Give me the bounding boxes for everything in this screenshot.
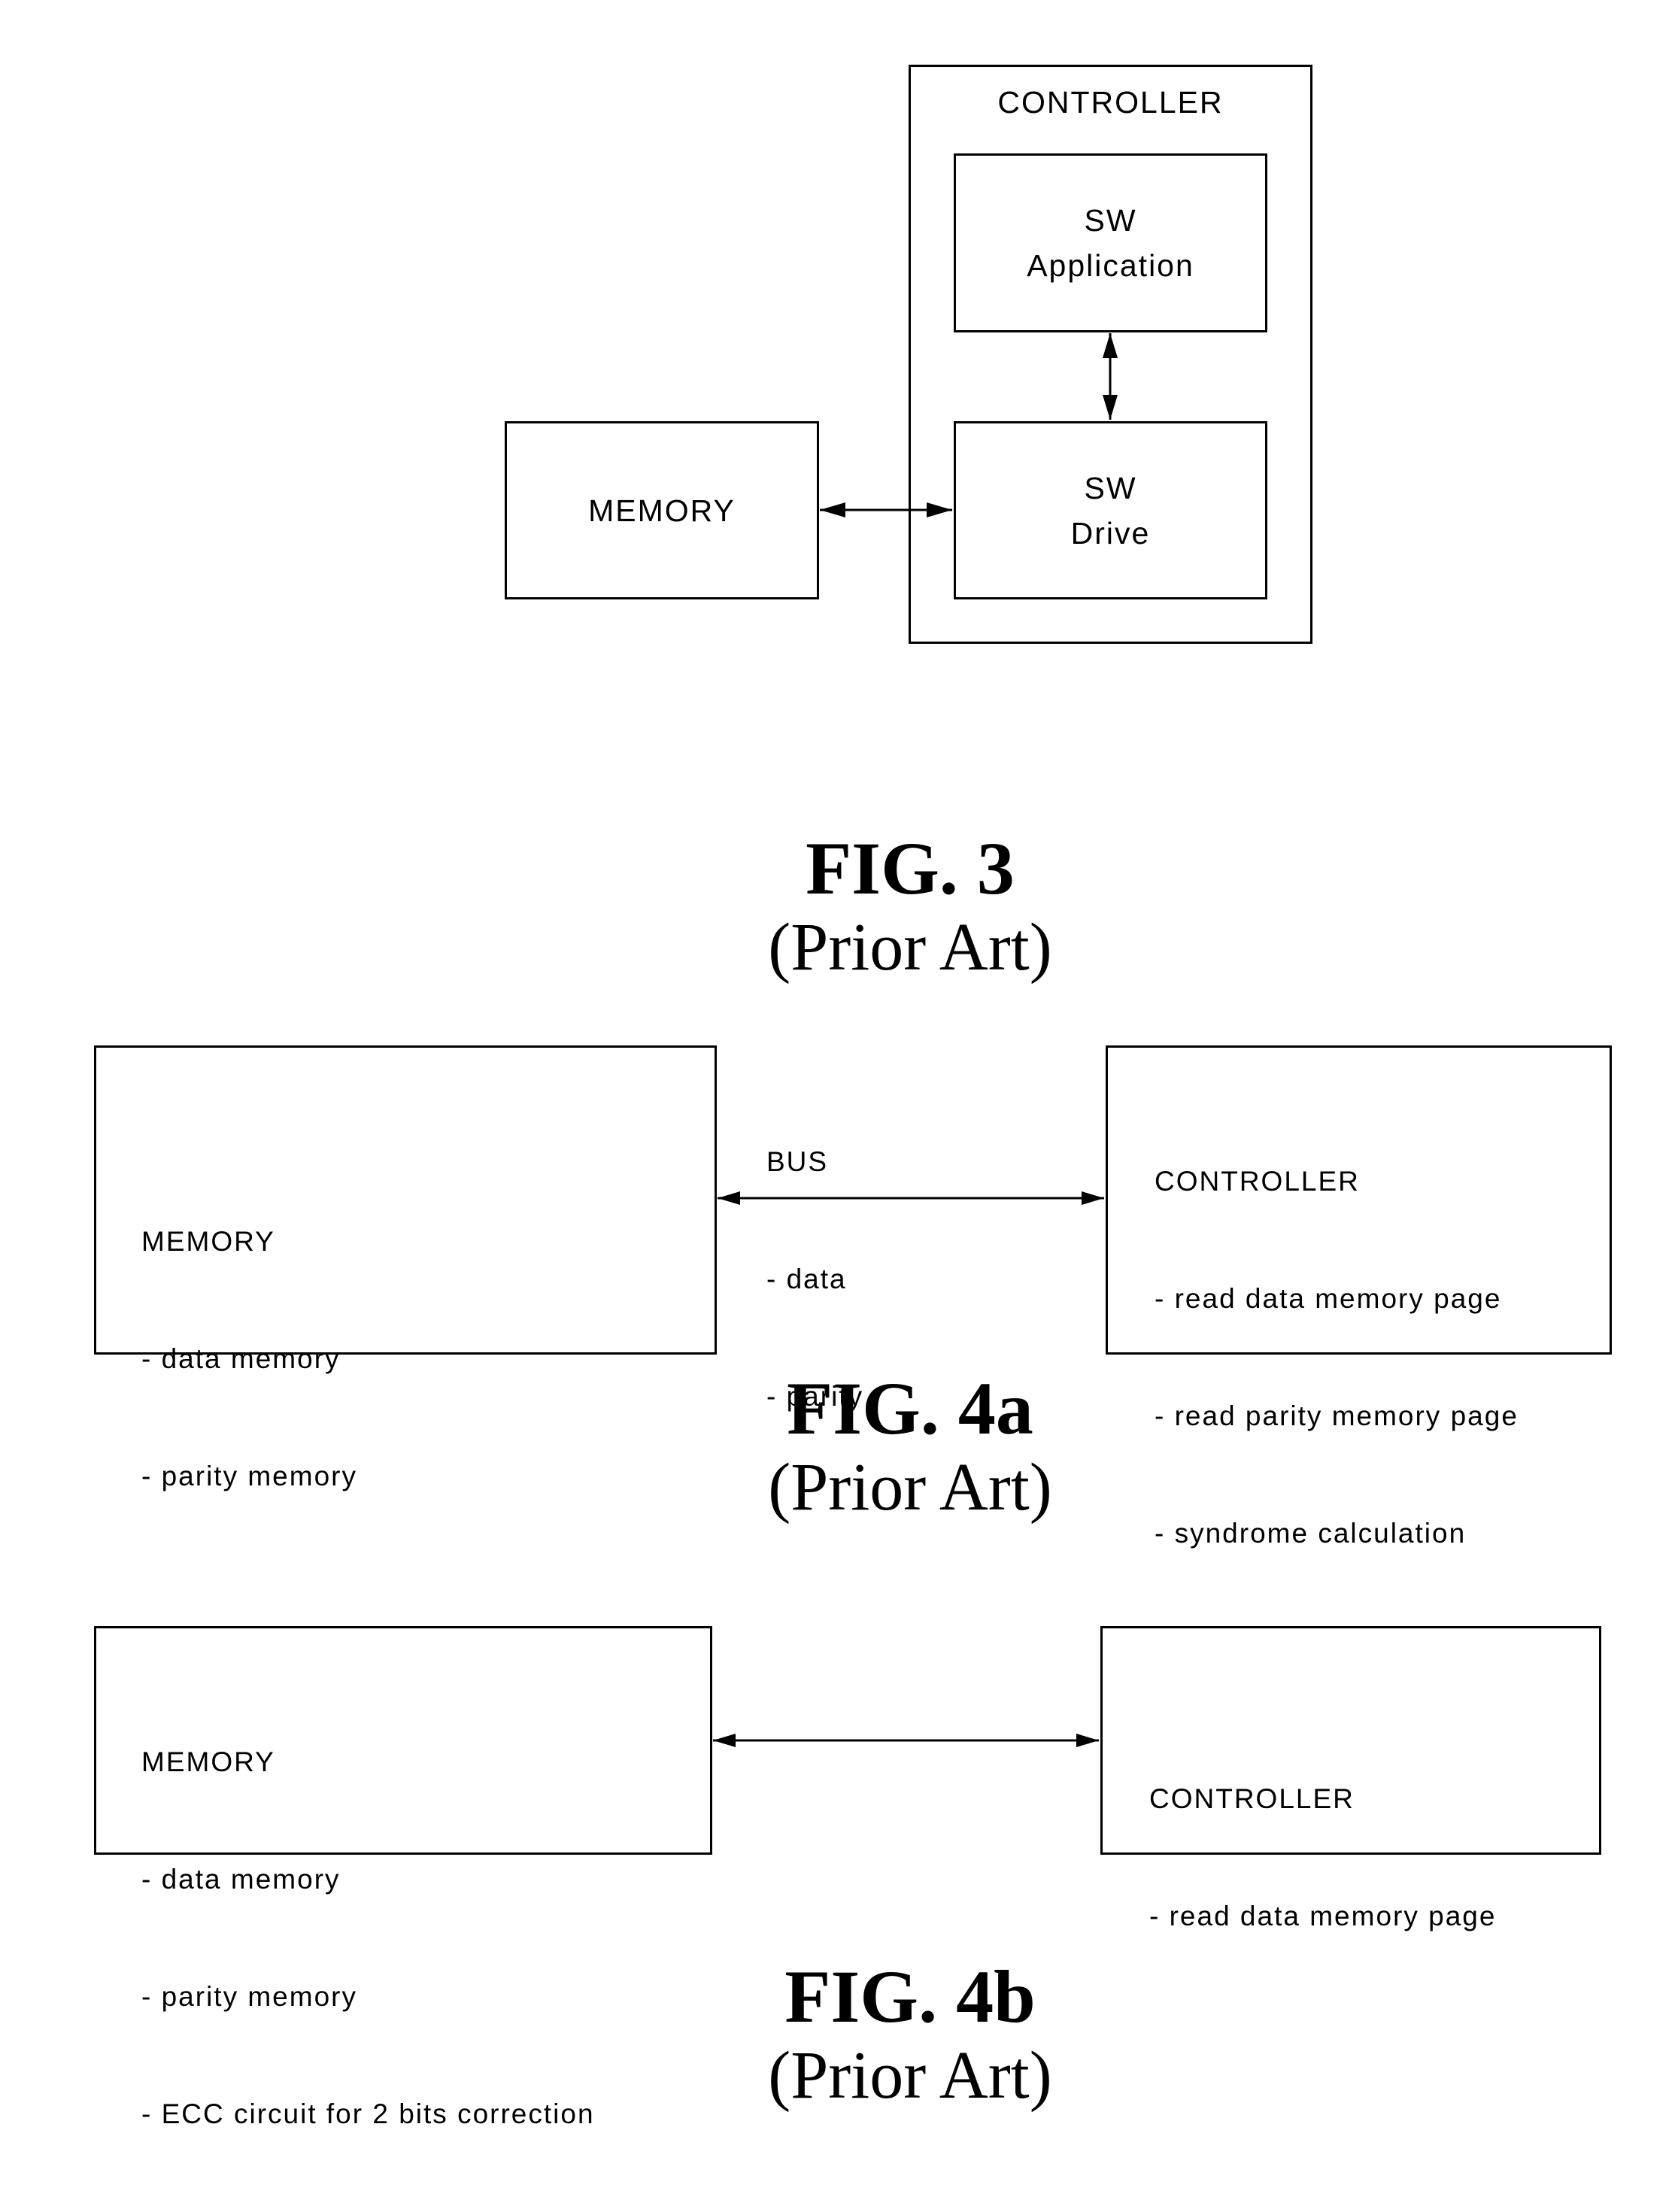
fig4b-arrow-bus xyxy=(713,1734,1099,1747)
fig3-arrow-memory-drive xyxy=(820,502,952,517)
fig4a-arrow-bus xyxy=(718,1191,1104,1205)
connector-arrows xyxy=(713,333,1118,1747)
fig3-arrow-app-drive xyxy=(1103,333,1118,420)
